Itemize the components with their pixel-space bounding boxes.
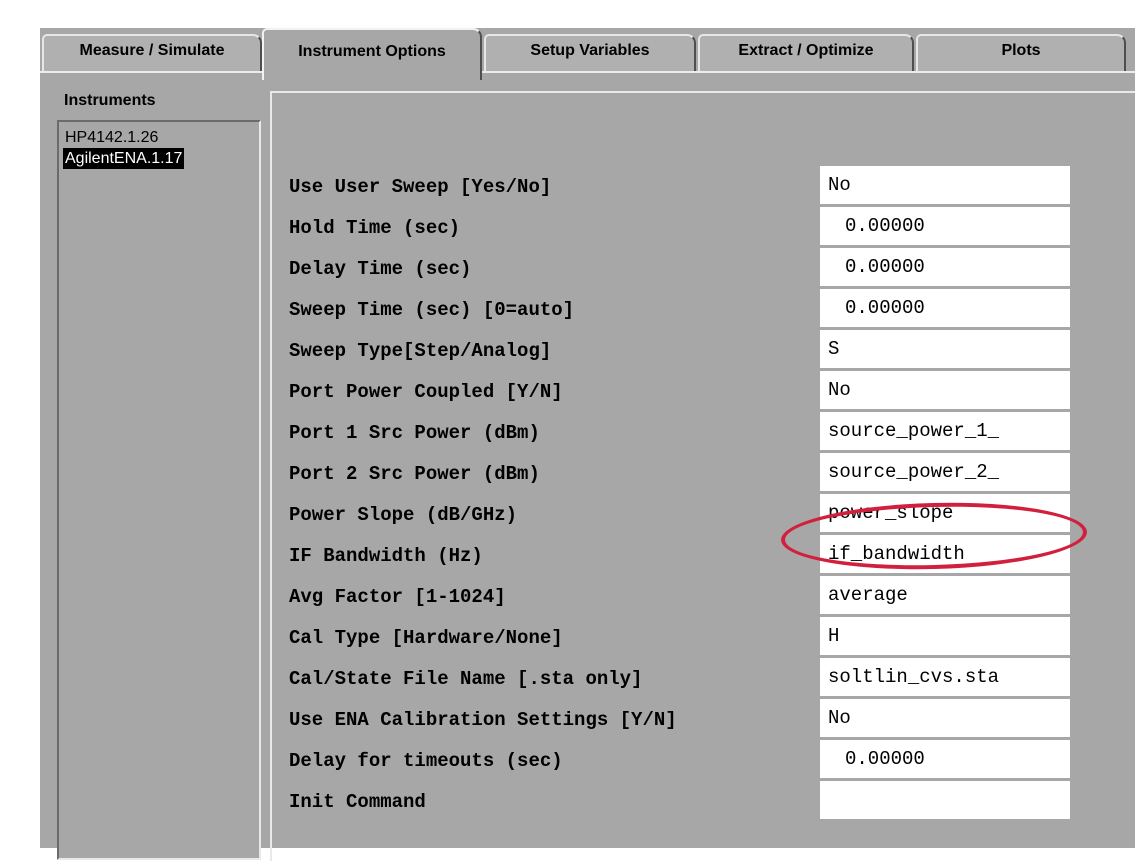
option-value-field[interactable]: power_slope [820,494,1070,532]
instrument-item-hp4142[interactable]: HP4142.1.26 [63,127,160,148]
option-label: Port 1 Src Power (dBm) [289,422,540,444]
option-label: Init Command [289,791,426,813]
option-row: Hold Time (sec) 0.00000 [272,207,1132,247]
option-label: Cal/State File Name [.sta only] [289,668,643,690]
option-row: Port Power Coupled [Y/N] No [272,371,1132,411]
option-value-field[interactable]: source_power_1_ [820,412,1070,450]
option-value-field[interactable] [820,781,1070,819]
option-row: IF Bandwidth (Hz) if_bandwidth [272,535,1132,575]
option-row: Sweep Time (sec) [0=auto] 0.00000 [272,289,1132,329]
option-row: Delay for timeouts (sec) 0.00000 [272,740,1132,780]
option-label: Port Power Coupled [Y/N] [289,381,563,403]
option-value-field[interactable]: soltlin_cvs.sta [820,658,1070,696]
option-label: IF Bandwidth (Hz) [289,545,483,567]
option-row: Delay Time (sec) 0.00000 [272,248,1132,288]
tab-extract-optimize[interactable]: Extract / Optimize [698,34,914,72]
option-label: Use ENA Calibration Settings [Y/N] [289,709,677,731]
option-value-field[interactable]: average [820,576,1070,614]
tab-setup-variables[interactable]: Setup Variables [484,34,696,72]
option-label: Sweep Type[Step/Analog] [289,340,552,362]
option-value-field[interactable]: No [820,166,1070,204]
option-row: Cal/State File Name [.sta only] soltlin_… [272,658,1132,698]
option-row: Power Slope (dB/GHz) power_slope [272,494,1132,534]
option-label: Cal Type [Hardware/None] [289,627,563,649]
option-label: Delay Time (sec) [289,258,472,280]
option-value-field[interactable]: S [820,330,1070,368]
option-value-field[interactable]: 0.00000 [820,289,1070,327]
tab-measure-simulate[interactable]: Measure / Simulate [42,34,262,72]
option-label: Power Slope (dB/GHz) [289,504,518,526]
option-value-field[interactable]: 0.00000 [820,248,1070,286]
instrument-item-agilentena[interactable]: AgilentENA.1.17 [63,148,185,169]
option-value-field[interactable]: H [820,617,1070,655]
app-window: Measure / Simulate Instrument Options Se… [40,28,1135,861]
tab-instrument-options[interactable]: Instrument Options [262,28,482,80]
option-value-field[interactable]: if_bandwidth [820,535,1070,573]
option-value-field[interactable]: No [820,371,1070,409]
option-label: Sweep Time (sec) [0=auto] [289,299,575,321]
option-row: Avg Factor [1-1024] average [272,576,1132,616]
option-row: Init Command [272,781,1132,821]
tab-baseline [40,71,1135,73]
option-row: Use ENA Calibration Settings [Y/N] No [272,699,1132,739]
instrument-options-panel: Use User Sweep [Yes/No] No Hold Time (se… [270,91,1135,861]
option-row: Port 2 Src Power (dBm) source_power_2_ [272,453,1132,493]
option-row: Port 1 Src Power (dBm) source_power_1_ [272,412,1132,452]
option-label: Port 2 Src Power (dBm) [289,463,540,485]
option-row: Use User Sweep [Yes/No] No [272,166,1132,206]
option-row: Cal Type [Hardware/None] H [272,617,1132,657]
tab-bar: Measure / Simulate Instrument Options Se… [40,28,1135,80]
instruments-list[interactable]: HP4142.1.26 AgilentENA.1.17 [57,120,261,860]
option-label: Delay for timeouts (sec) [289,750,563,772]
instruments-title: Instruments [64,92,156,109]
option-label: Avg Factor [1-1024] [289,586,506,608]
option-value-field[interactable]: 0.00000 [820,740,1070,778]
option-row: Sweep Type[Step/Analog] S [272,330,1132,370]
tab-plots[interactable]: Plots [916,34,1126,72]
option-label: Use User Sweep [Yes/No] [289,176,552,198]
option-value-field[interactable]: source_power_2_ [820,453,1070,491]
option-value-field[interactable]: 0.00000 [820,207,1070,245]
option-label: Hold Time (sec) [289,217,461,239]
option-value-field[interactable]: No [820,699,1070,737]
